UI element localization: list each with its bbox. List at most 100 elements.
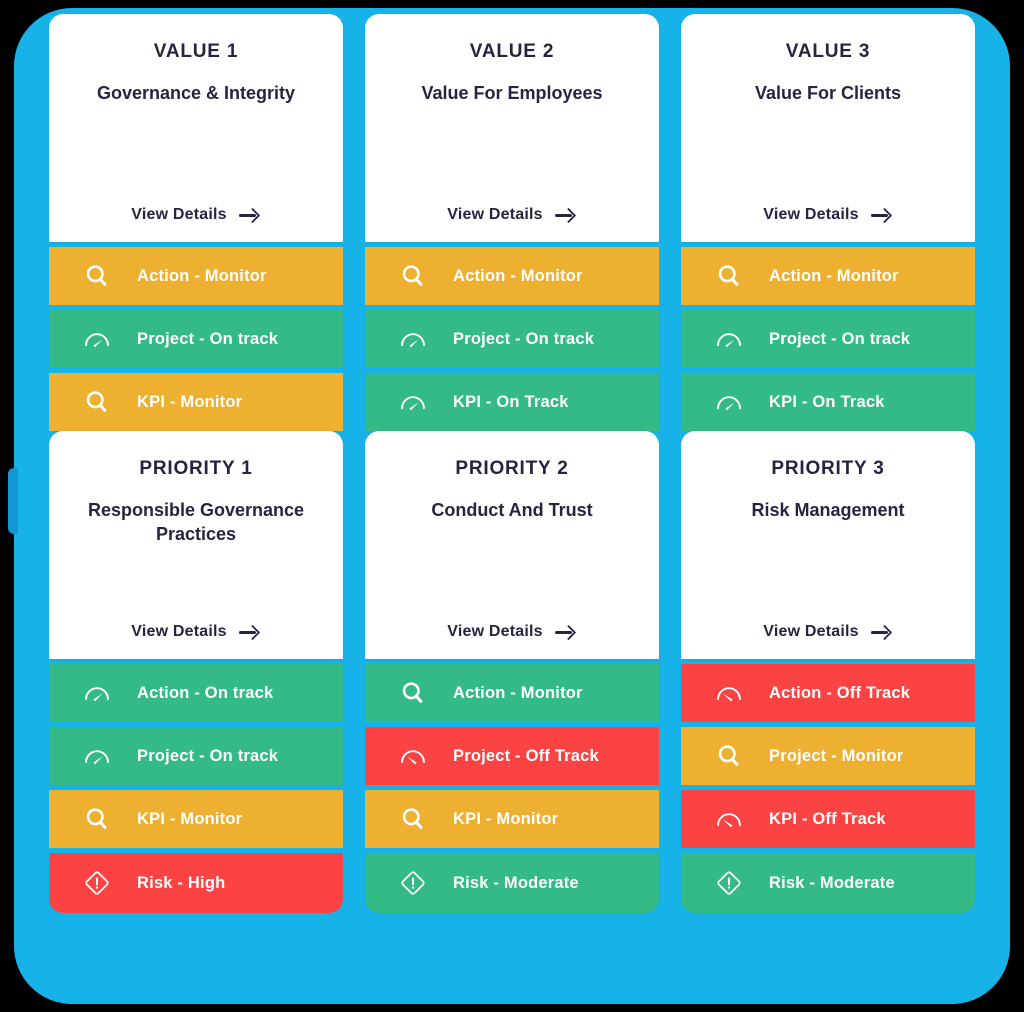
status-row[interactable]: Project - On track — [681, 310, 975, 368]
magnifier-icon — [86, 265, 107, 286]
status-row[interactable]: Action - On track — [49, 664, 343, 722]
magnifier-icon — [86, 391, 107, 412]
status-row-label: Risk - Moderate — [453, 873, 579, 892]
status-row[interactable]: Risk - Moderate — [681, 853, 975, 913]
gauge-on-track-icon — [85, 750, 109, 765]
status-row-label: Project - Monitor — [769, 746, 904, 765]
magnifier-icon — [718, 745, 739, 766]
view-details-link[interactable]: View Details — [49, 206, 343, 224]
view-details-label: View Details — [763, 623, 859, 640]
status-row-label: Action - Monitor — [769, 266, 899, 285]
value-card: VALUE 2 Value For Employees View Details — [365, 14, 659, 242]
priority-card-eyebrow: PRIORITY 1 — [139, 458, 253, 479]
risk-diamond-icon — [401, 871, 425, 895]
status-row[interactable]: KPI - Monitor — [365, 790, 659, 848]
status-row[interactable]: Action - Monitor — [681, 247, 975, 305]
view-details-label: View Details — [131, 623, 227, 640]
priority-card: PRIORITY 1 Responsible Governance Practic… — [49, 431, 343, 659]
status-row[interactable]: Project - Off Track — [365, 727, 659, 785]
gauge-off-track-icon — [717, 687, 741, 702]
status-row[interactable]: Action - Off Track — [681, 664, 975, 722]
view-details-link[interactable]: View Details — [681, 623, 975, 641]
status-row[interactable]: Risk - Moderate — [365, 853, 659, 913]
status-row[interactable]: KPI - On Track — [681, 373, 975, 431]
value-card-eyebrow: VALUE 3 — [785, 41, 871, 62]
status-row-label: Project - On track — [137, 329, 279, 348]
status-row-label: KPI - On Track — [453, 392, 569, 411]
magnifier-icon — [402, 808, 423, 829]
value-card-title: Value For Employees — [421, 82, 603, 103]
status-row[interactable]: Action - Monitor — [49, 247, 343, 305]
view-details-link[interactable]: View Details — [365, 206, 659, 224]
status-row[interactable]: Risk - High — [49, 853, 343, 913]
status-row-label: KPI - Monitor — [137, 809, 243, 828]
status-row[interactable]: KPI - On Track — [365, 373, 659, 431]
value-card-eyebrow: VALUE 2 — [469, 41, 555, 62]
risk-diamond-icon — [85, 871, 109, 895]
column-spacer — [681, 913, 975, 1012]
status-row[interactable]: Project - On track — [365, 310, 659, 368]
magnifier-icon — [718, 265, 739, 286]
gauge-off-track-icon — [401, 750, 425, 765]
column-spacer — [49, 913, 343, 1012]
status-row-label: Project - Off Track — [453, 746, 599, 765]
priority-card: PRIORITY 3 Risk Management View Details — [681, 431, 975, 659]
arrow-right-icon — [554, 208, 577, 222]
gauge-on-track-icon — [401, 333, 425, 348]
status-row-label: Action - On track — [137, 683, 274, 702]
value-card: VALUE 3 Value For Clients View Details — [681, 14, 975, 242]
status-row[interactable]: Action - Monitor — [365, 664, 659, 722]
priority-card-eyebrow: PRIORITY 3 — [771, 458, 885, 479]
scorecard-column: VALUE 1 Governance & Integrity View Detail… — [49, 14, 343, 1012]
scorecard-columns: VALUE 1 Governance & Integrity View Detail… — [0, 0, 1024, 1012]
status-row[interactable]: Action - Monitor — [365, 247, 659, 305]
status-row-label: Action - Monitor — [137, 266, 267, 285]
status-row-label: KPI - Monitor — [453, 809, 559, 828]
status-row-label: Project - On track — [137, 746, 279, 765]
gauge-on-track-icon — [717, 396, 741, 411]
status-row[interactable]: Project - On track — [49, 727, 343, 785]
risk-diamond-icon — [717, 871, 741, 895]
priority-card-title: Conduct And Trust — [431, 499, 593, 520]
status-row[interactable]: KPI - Monitor — [49, 373, 343, 431]
magnifier-icon — [402, 682, 423, 703]
value-card: VALUE 1 Governance & Integrity View Detail… — [49, 14, 343, 242]
view-details-link[interactable]: View Details — [681, 206, 975, 224]
arrow-right-icon — [870, 208, 893, 222]
gauge-on-track-icon — [717, 333, 741, 348]
arrow-right-icon — [238, 625, 261, 639]
arrow-right-icon — [554, 625, 577, 639]
status-row-label: KPI - On Track — [769, 392, 885, 411]
arrow-right-icon — [238, 208, 261, 222]
status-row[interactable]: Project - Monitor — [681, 727, 975, 785]
priority-card-title: Responsible Governance Practices — [87, 499, 305, 544]
status-row[interactable]: KPI - Monitor — [49, 790, 343, 848]
arrow-right-icon — [870, 625, 893, 639]
scorecard-column: VALUE 3 Value For Clients View Details Acti… — [681, 14, 975, 1012]
scorecard-column: VALUE 2 Value For Employees View Details Ac… — [365, 14, 659, 1012]
view-details-link[interactable]: View Details — [365, 623, 659, 641]
priority-card-eyebrow: PRIORITY 2 — [455, 458, 569, 479]
status-row[interactable]: Project - On track — [49, 310, 343, 368]
status-row-label: Risk - Moderate — [769, 873, 895, 892]
status-row-label: Action - Monitor — [453, 266, 583, 285]
status-row-label: KPI - Monitor — [137, 392, 243, 411]
view-details-label: View Details — [131, 206, 227, 223]
gauge-on-track-icon — [85, 687, 109, 702]
screenshot-stage: VALUE 1 Governance & Integrity View Detail… — [0, 0, 1024, 1012]
view-details-label: View Details — [763, 206, 859, 223]
status-row-label: KPI - Off Track — [769, 809, 886, 828]
priority-card: PRIORITY 2 Conduct And Trust View Details — [365, 431, 659, 659]
view-details-label: View Details — [447, 206, 543, 223]
value-card-title: Value For Clients — [754, 82, 902, 103]
view-details-link[interactable]: View Details — [49, 623, 343, 641]
view-details-label: View Details — [447, 623, 543, 640]
gauge-on-track-icon — [85, 333, 109, 348]
status-row-label: Project - On track — [453, 329, 595, 348]
magnifier-icon — [86, 808, 107, 829]
column-spacer — [365, 913, 659, 1012]
gauge-off-track-icon — [717, 813, 741, 828]
priority-card-title: Risk Management — [751, 499, 905, 520]
status-row[interactable]: KPI - Off Track — [681, 790, 975, 848]
status-row-label: Action - Off Track — [769, 683, 911, 702]
